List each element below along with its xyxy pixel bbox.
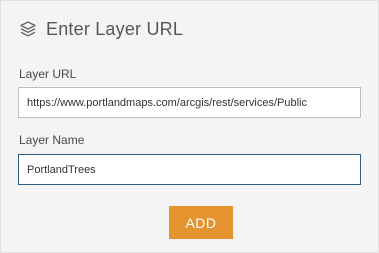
layer-url-input[interactable] [18,87,361,118]
layers-icon [18,20,38,40]
add-button[interactable]: ADD [169,206,233,239]
layer-url-label: Layer URL [19,67,77,81]
enter-layer-url-panel: Enter Layer URL Layer URL Layer Name ADD [0,0,379,253]
layer-name-label: Layer Name [19,133,85,147]
panel-title: Enter Layer URL [46,19,184,39]
panel-header: Enter Layer URL [18,19,183,40]
layer-name-input[interactable] [18,154,361,185]
